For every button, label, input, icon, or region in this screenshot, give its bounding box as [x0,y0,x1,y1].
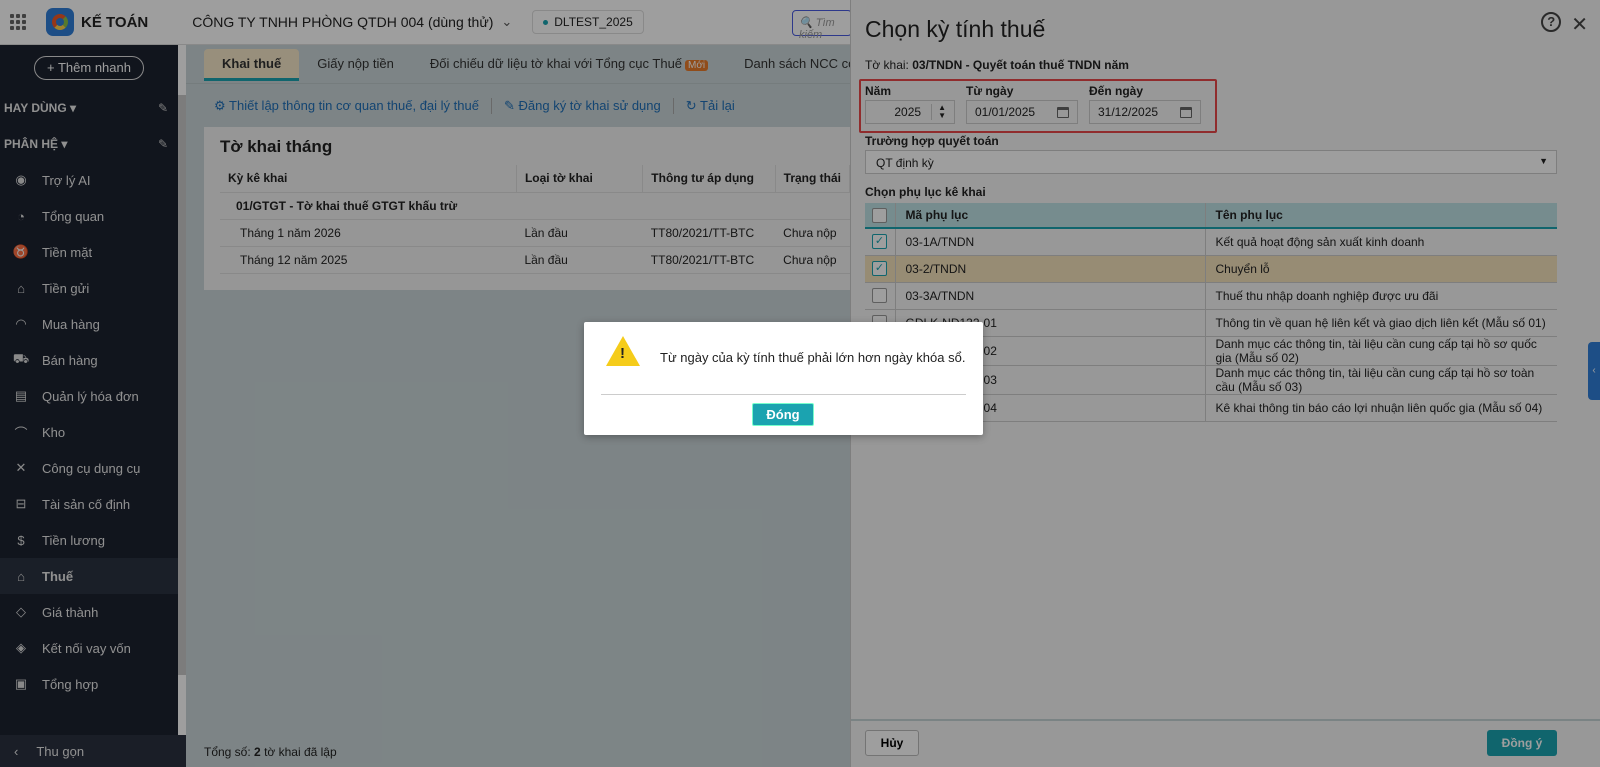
close-alert-button[interactable]: Đóng [752,403,814,426]
alert-message: Từ ngày của kỳ tính thuế phải lớn hơn ng… [660,350,966,365]
warning-icon: ! [606,336,640,366]
divider [601,394,966,395]
alert-dialog: ! Từ ngày của kỳ tính thuế phải lớn hơn … [584,322,983,435]
